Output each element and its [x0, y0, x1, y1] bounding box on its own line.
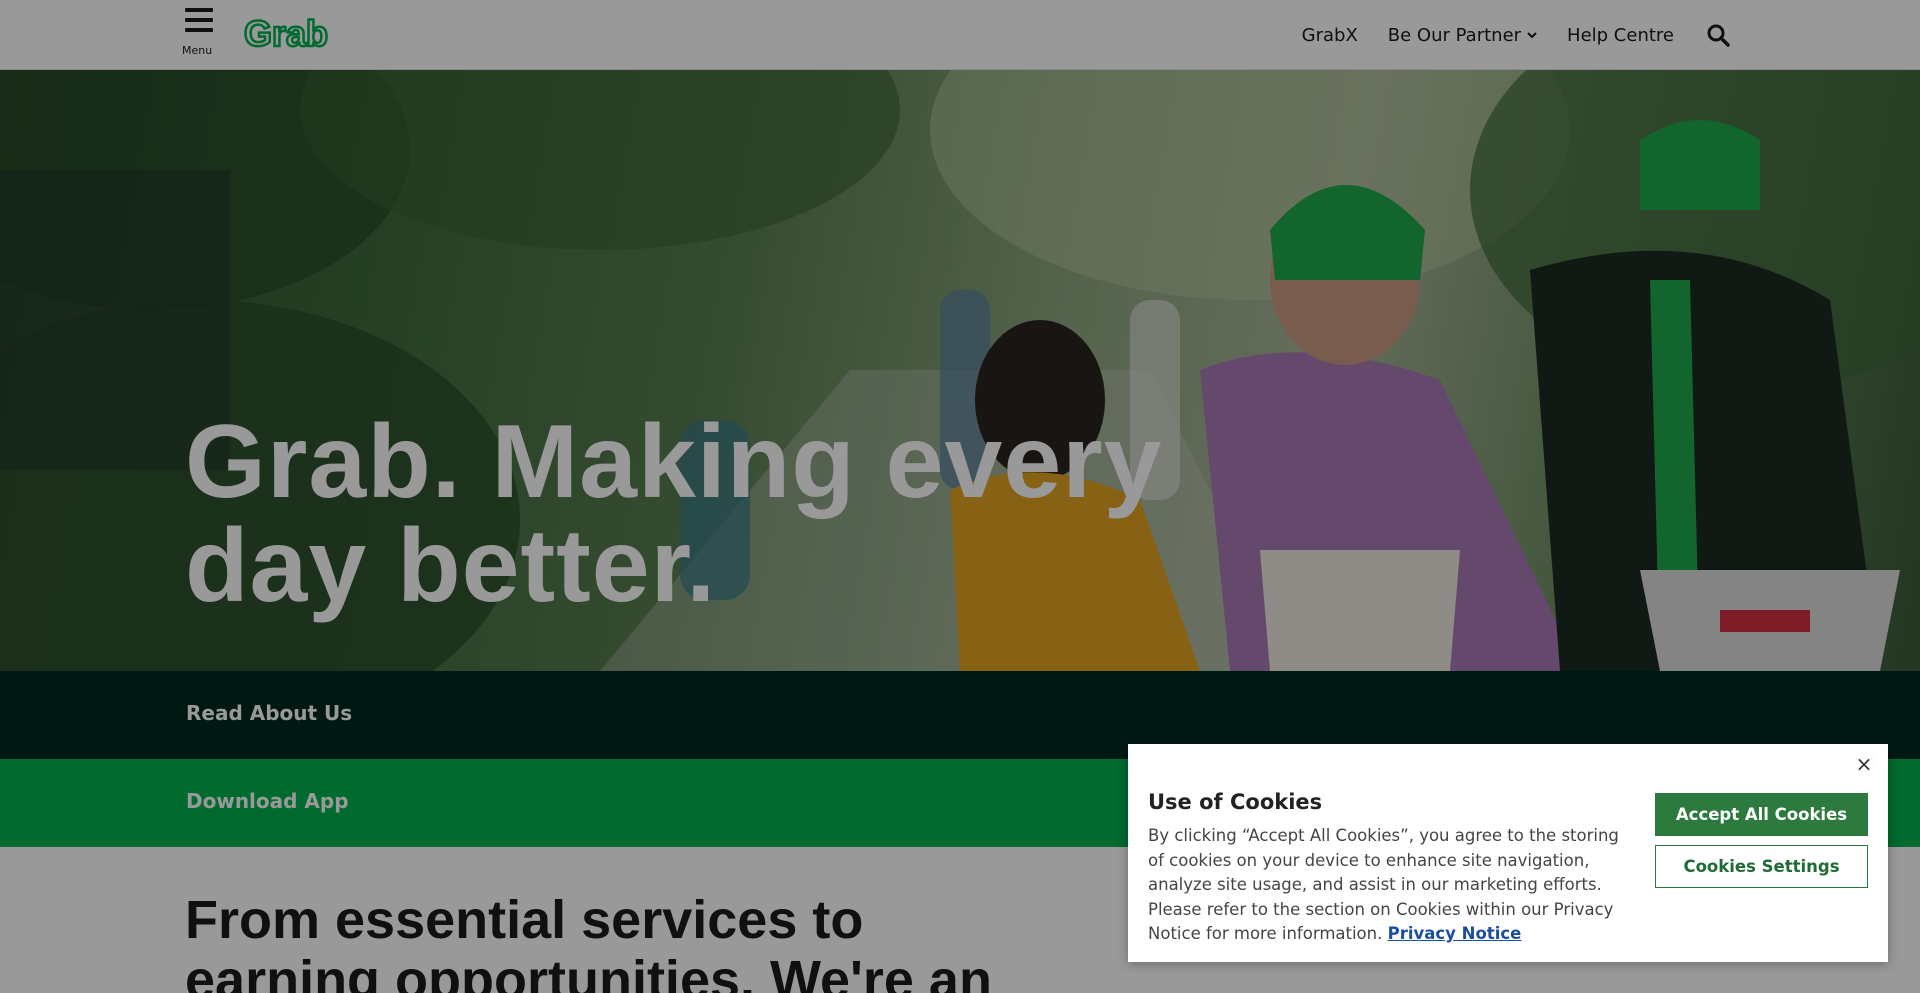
privacy-notice-link[interactable]: Privacy Notice — [1388, 924, 1522, 943]
cookie-body-text: By clicking “Accept All Cookies”, you ag… — [1148, 826, 1619, 943]
close-icon[interactable]: × — [1854, 754, 1874, 774]
cookie-body: By clicking “Accept All Cookies”, you ag… — [1148, 824, 1628, 947]
cookie-banner: × Use of Cookies By clicking “Accept All… — [1128, 744, 1888, 962]
accept-all-cookies-button[interactable]: Accept All Cookies — [1655, 793, 1868, 836]
cookies-settings-button[interactable]: Cookies Settings — [1655, 845, 1868, 888]
cookie-title: Use of Cookies — [1148, 790, 1323, 814]
